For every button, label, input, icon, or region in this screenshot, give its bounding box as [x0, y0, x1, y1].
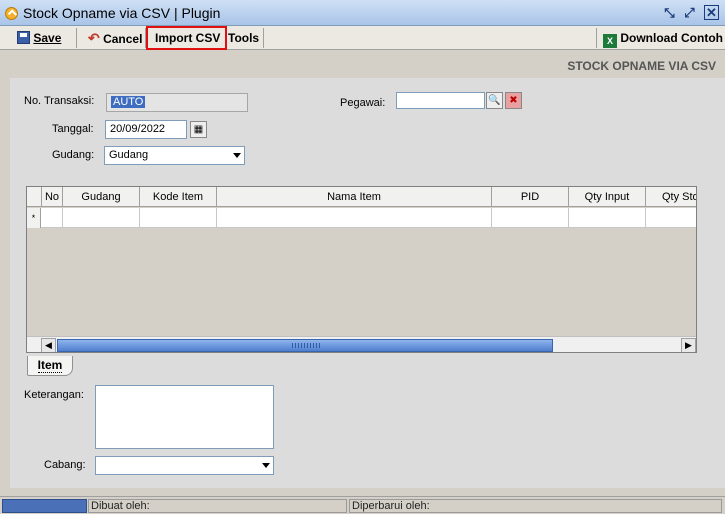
no-transaksi-field[interactable]: AUTO: [106, 93, 248, 112]
status-dibuat-oleh: Dibuat oleh:: [88, 499, 347, 513]
save-button[interactable]: Save: [13, 28, 61, 48]
cancel-label: Cancel: [103, 32, 143, 46]
maximize-icon[interactable]: ⤢: [682, 5, 697, 20]
keterangan-textarea[interactable]: [95, 385, 274, 449]
gudang-label: Gudang:: [52, 149, 95, 161]
restore-icon[interactable]: ⤡: [662, 5, 677, 20]
window-title: Stock Opname via CSV | Plugin: [23, 5, 221, 21]
cabang-label: Cabang:: [44, 459, 86, 471]
no-transaksi-value: AUTO: [111, 96, 146, 108]
tab-item[interactable]: Item: [27, 356, 73, 376]
scroll-thumb[interactable]: [57, 339, 553, 352]
status-bar: Dibuat oleh: Diperbarui oleh:: [0, 496, 725, 514]
search-icon[interactable]: 🔍: [486, 92, 503, 109]
new-row-marker: *: [27, 208, 41, 228]
save-label: Save: [33, 31, 62, 45]
scroll-left-icon[interactable]: ◀: [41, 338, 56, 352]
column-header[interactable]: Kode Item: [140, 187, 217, 207]
column-header[interactable]: PID: [492, 187, 569, 207]
import-csv-highlight: [146, 26, 227, 50]
column-header[interactable]: No: [42, 187, 63, 207]
no-transaksi-label: No. Transaksi:: [24, 95, 95, 107]
gudang-value: Gudang: [109, 149, 149, 161]
cabang-select[interactable]: [95, 456, 274, 475]
tanggal-label: Tanggal:: [52, 123, 94, 135]
gudang-select[interactable]: Gudang: [104, 146, 245, 165]
scroll-right-icon[interactable]: ▶: [681, 338, 696, 352]
download-label: Download Contoh: [620, 31, 723, 45]
pegawai-label: Pegawai:: [340, 97, 386, 109]
tab-item-label: Item: [37, 358, 63, 373]
tanggal-field[interactable]: 20/09/2022: [105, 120, 187, 139]
toolbar: Save ↶ Cancel Import CSV Tools X Downloa…: [0, 26, 725, 50]
status-progress: [2, 499, 87, 513]
keterangan-label: Keterangan:: [24, 389, 84, 401]
horizontal-scrollbar[interactable]: ◀ ▶: [27, 336, 696, 352]
table-row[interactable]: [27, 208, 696, 228]
excel-icon: X: [603, 34, 617, 48]
pegawai-field[interactable]: [396, 92, 485, 109]
chevron-down-icon: [262, 463, 270, 468]
column-header[interactable]: Nama Item: [217, 187, 492, 207]
floppy-icon: [17, 31, 30, 44]
download-contoh-button[interactable]: X Download Contoh: [599, 28, 723, 48]
app-logo-icon: [5, 7, 18, 20]
cancel-button[interactable]: ↶ Cancel: [84, 28, 142, 48]
items-grid[interactable]: No Gudang Kode Item Nama Item PID Qty In…: [26, 186, 697, 353]
grid-corner: [27, 187, 42, 207]
tools-button[interactable]: Tools: [224, 28, 259, 48]
form-title: STOCK OPNAME VIA CSV: [567, 59, 716, 73]
clear-icon[interactable]: ✖: [505, 92, 522, 109]
undo-arrow-icon: ↶: [88, 30, 100, 46]
column-header[interactable]: Gudang: [63, 187, 140, 207]
title-bar: Stock Opname via CSV | Plugin ⤡ ⤢ ✕: [0, 0, 725, 26]
tools-label: Tools: [228, 31, 260, 45]
calendar-icon[interactable]: ▦: [190, 121, 207, 138]
column-header[interactable]: Qty Input: [569, 187, 646, 207]
column-header[interactable]: Qty Sto: [646, 187, 696, 207]
close-icon[interactable]: ✕: [704, 5, 719, 20]
grid-header: No Gudang Kode Item Nama Item PID Qty In…: [27, 187, 696, 207]
chevron-down-icon: [233, 153, 241, 158]
status-diperbarui-oleh: Diperbarui oleh:: [349, 499, 722, 513]
